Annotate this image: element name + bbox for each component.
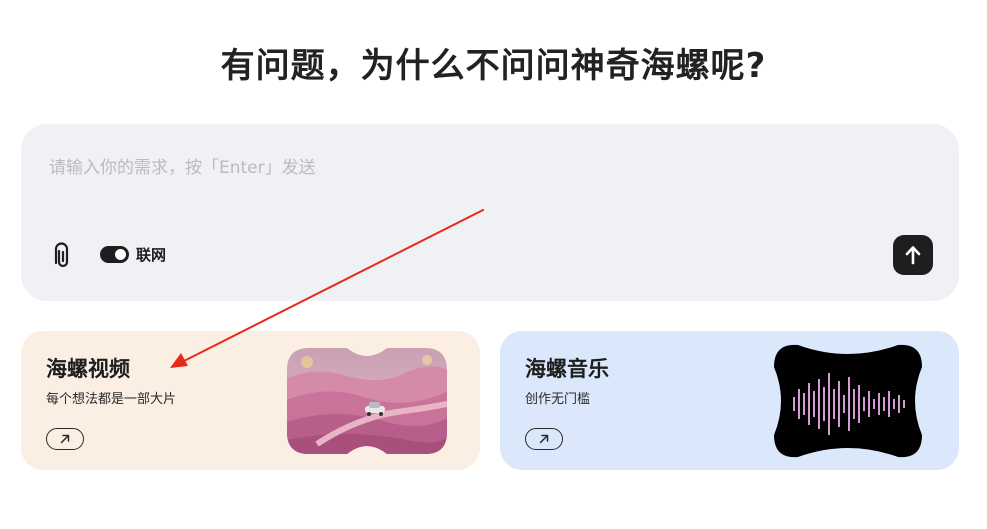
paperclip-icon: [54, 242, 69, 268]
music-card[interactable]: 海螺音乐 创作无门槛: [500, 331, 959, 470]
page-title: 有问题，为什么不问问神奇海螺呢?: [220, 46, 767, 86]
toggle-knob: [115, 249, 126, 260]
prompt-input[interactable]: [47, 152, 871, 184]
video-card[interactable]: 海螺视频 每个想法都是一部大片: [21, 331, 480, 470]
music-card-link-button[interactable]: [525, 428, 563, 450]
video-card-subtitle: 每个想法都是一部大片: [46, 392, 177, 407]
network-toggle-label: 联网: [136, 246, 167, 264]
music-waveform-thumbnail: [774, 344, 922, 458]
arrow-up-right-icon: [60, 434, 70, 444]
music-card-title: 海螺音乐: [525, 357, 609, 381]
video-card-title: 海螺视频: [46, 357, 130, 381]
network-toggle[interactable]: [100, 246, 129, 263]
arrow-up-right-icon: [539, 434, 549, 444]
video-thumbnail: [287, 348, 447, 454]
video-card-link-button[interactable]: [46, 428, 84, 450]
attach-button[interactable]: [51, 242, 75, 270]
music-card-subtitle: 创作无门槛: [525, 392, 591, 407]
send-button[interactable]: [893, 235, 933, 275]
prompt-box: 联网: [21, 124, 959, 301]
arrow-up-icon: [905, 246, 921, 265]
